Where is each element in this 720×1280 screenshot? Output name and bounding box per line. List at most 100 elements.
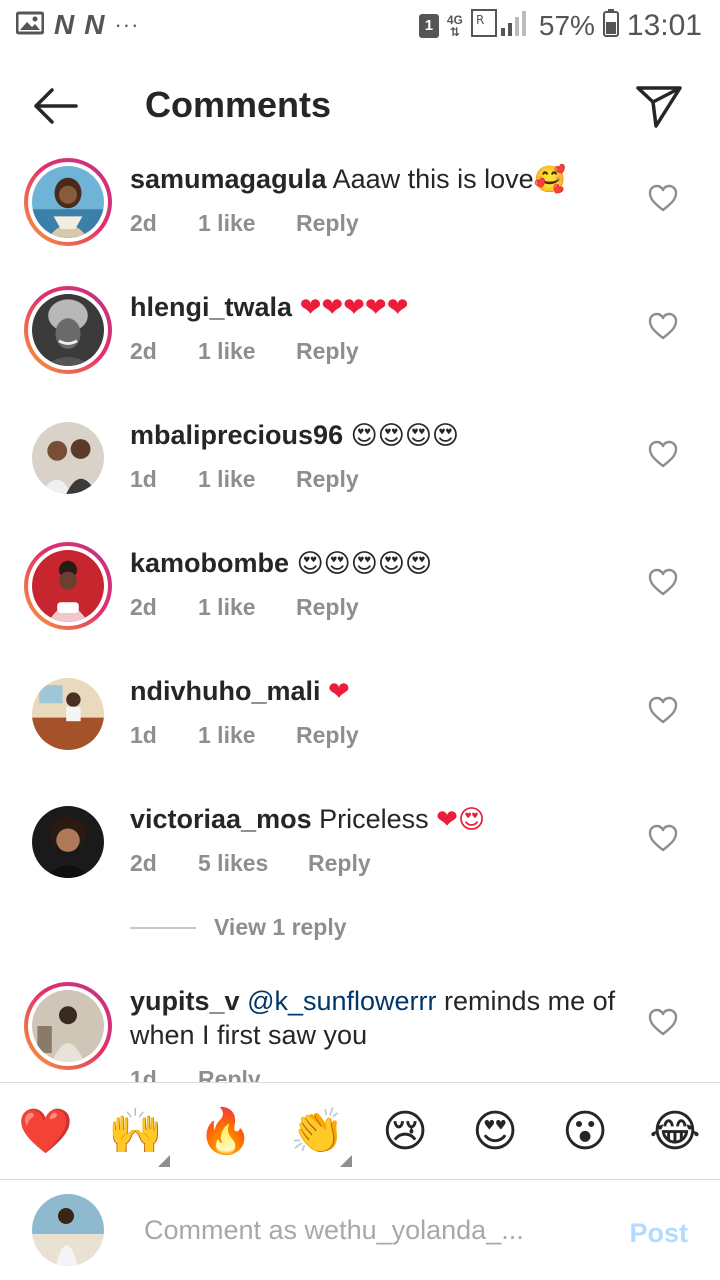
comment-username[interactable]: victoriaa_mos — [130, 804, 312, 834]
avatar — [32, 294, 104, 366]
comment-emojis: 😍😍😍😍😍 — [296, 549, 433, 579]
comment-item: victoriaa_mos Priceless ❤😍 2d 5 likes Re… — [0, 790, 720, 918]
comment-input[interactable] — [144, 1210, 564, 1250]
status-bar: N N ··· 1 4G ⇅ R 57% 13:01 — [0, 0, 720, 52]
current-user-avatar — [32, 1194, 104, 1266]
comment-likes[interactable]: 1 like — [198, 210, 296, 237]
comment-likes[interactable]: 1 like — [198, 466, 296, 493]
avatar — [32, 422, 104, 494]
comment-meta: 1d 1 like Reply — [130, 722, 359, 749]
heart-outline-icon[interactable] — [648, 568, 678, 596]
comment-item: kamobombe 😍😍😍😍😍 2d 1 like Reply — [0, 534, 720, 662]
comment-time: 1d — [130, 1066, 157, 1082]
arrow-left-icon — [34, 88, 78, 124]
avatar — [32, 990, 104, 1062]
svg-text:R: R — [476, 13, 484, 27]
emoji-crying-button[interactable]: 😢 — [378, 1107, 432, 1161]
comment-likes[interactable]: 1 like — [198, 594, 296, 621]
heart-outline-icon[interactable] — [648, 824, 678, 852]
comment-username[interactable]: yupits_v — [130, 986, 240, 1016]
view-replies-label: View 1 reply — [214, 914, 347, 940]
battery-percent: 57% — [538, 9, 595, 41]
avatar-story-ring[interactable] — [24, 542, 112, 630]
emoji-heart-button[interactable]: ❤️ — [18, 1107, 73, 1161]
heart-outline-icon[interactable] — [648, 440, 678, 468]
comment-username[interactable]: samumagagula — [130, 164, 327, 194]
skin-tone-indicator — [340, 1155, 352, 1167]
mention-link[interactable]: @k_sunflowerrr — [247, 986, 436, 1016]
avatar-wrapper[interactable] — [32, 422, 104, 494]
comment-composer: Post — [0, 1180, 720, 1280]
avatar-story-ring[interactable] — [24, 982, 112, 1070]
avatar — [32, 806, 104, 878]
heart-outline-icon[interactable] — [648, 1008, 678, 1036]
network-type: 4G ⇅ — [446, 12, 463, 39]
comment-body: Aaaw this is love — [332, 164, 534, 194]
comment-item: mbaliprecious96 😍😍😍😍 1d 1 like Reply — [0, 406, 720, 534]
comment-item: hlengi_twala ❤❤❤❤❤ 2d 1 like Reply — [0, 278, 720, 406]
comments-list[interactable]: samumagagula Aaaw this is love🥰 2d 1 lik… — [0, 150, 720, 1082]
news-app-icon: N — [84, 9, 105, 40]
reply-button[interactable]: Reply — [198, 1066, 261, 1082]
avatar-story-ring[interactable] — [24, 158, 112, 246]
comment-time: 2d — [130, 338, 157, 364]
comment-time: 2d — [130, 594, 157, 620]
gallery-icon — [15, 11, 45, 40]
more-notifications-icon: ··· — [114, 12, 140, 37]
comment-likes[interactable]: 1 like — [198, 338, 296, 365]
comment-username[interactable]: kamobombe — [130, 548, 289, 578]
comment-time: 2d — [130, 210, 157, 236]
comment-emojis: ❤ — [328, 677, 350, 707]
comment-item: yupits_v @k_sunflowerrr reminds me of wh… — [0, 980, 720, 1082]
emoji-raising-hands-button[interactable]: 🙌 — [108, 1107, 170, 1167]
comment-username[interactable]: ndivhuho_mali — [130, 676, 321, 706]
comment-time: 1d — [130, 466, 157, 492]
avatar — [32, 166, 104, 238]
comment-emojis: ❤😍 — [436, 805, 486, 835]
comment-item: samumagagula Aaaw this is love🥰 2d 1 lik… — [0, 150, 720, 278]
reply-button[interactable]: Reply — [296, 210, 359, 237]
reply-button[interactable]: Reply — [296, 722, 359, 749]
header: Comments — [0, 60, 720, 150]
comment-time: 1d — [130, 722, 157, 748]
reply-button[interactable]: Reply — [296, 594, 359, 621]
heart-outline-icon[interactable] — [648, 184, 678, 212]
news-app-icon: N — [54, 9, 75, 40]
battery-icon — [602, 9, 619, 42]
reply-button[interactable]: Reply — [308, 850, 371, 877]
quick-emoji-bar: ❤️ 🙌 🔥 👏 😢 😍 😮 😂 — [0, 1082, 720, 1180]
signal-icon: R — [470, 8, 531, 43]
clock: 13:01 — [626, 8, 702, 42]
heart-outline-icon[interactable] — [648, 312, 678, 340]
comment-meta: 2d 1 like Reply — [130, 210, 359, 237]
comment-likes[interactable]: 1 like — [198, 722, 296, 749]
comment-emojis: 😍😍😍😍 — [350, 421, 460, 451]
reply-button[interactable]: Reply — [296, 466, 359, 493]
reply-button[interactable]: Reply — [296, 338, 359, 365]
view-replies-button[interactable]: View 1 reply — [130, 914, 347, 941]
comment-meta: 1d 1 like Reply — [130, 466, 359, 493]
comment-username[interactable]: hlengi_twala — [130, 292, 292, 322]
share-button[interactable] — [634, 80, 684, 130]
comment-likes[interactable]: 5 likes — [198, 850, 308, 877]
comment-meta: 2d 5 likes Reply — [130, 850, 371, 877]
comment-meta: 1d Reply — [130, 1066, 261, 1082]
heart-outline-icon[interactable] — [648, 696, 678, 724]
comment-username[interactable]: mbaliprecious96 — [130, 420, 343, 450]
avatar-story-ring[interactable] — [24, 286, 112, 374]
sim-slot-indicator: 1 — [418, 13, 439, 38]
emoji-tears-of-joy-button[interactable]: 😂 — [648, 1107, 702, 1161]
emoji-surprised-button[interactable]: 😮 — [558, 1107, 612, 1161]
post-button[interactable]: Post — [629, 1218, 688, 1249]
comment-emojis: 🥰 — [533, 165, 567, 195]
avatar-wrapper[interactable] — [32, 678, 104, 750]
page-title: Comments — [145, 84, 332, 125]
comment-meta: 2d 1 like Reply — [130, 338, 359, 365]
emoji-heart-eyes-button[interactable]: 😍 — [468, 1107, 522, 1161]
emoji-fire-button[interactable]: 🔥 — [198, 1107, 253, 1161]
avatar-wrapper[interactable] — [32, 806, 104, 878]
avatar — [32, 550, 104, 622]
emoji-clapping-button[interactable]: 👏 — [290, 1107, 352, 1167]
skin-tone-indicator — [158, 1155, 170, 1167]
back-button[interactable] — [28, 82, 84, 130]
